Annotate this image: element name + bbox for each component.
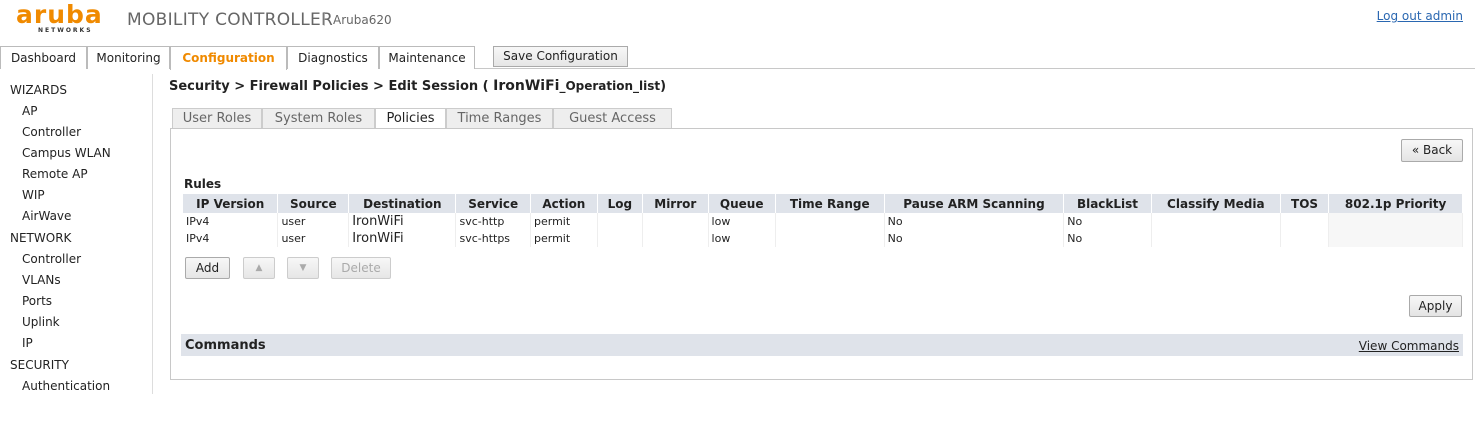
- tab-maintenance[interactable]: Maintenance: [379, 46, 475, 69]
- logo-wordmark: aruba: [16, 0, 103, 29]
- cell-mirror: [642, 230, 709, 247]
- cell-source: user: [277, 213, 350, 230]
- sidebar-item-wip[interactable]: WIP: [22, 188, 45, 202]
- breadcrumb-close: ): [660, 79, 667, 94]
- sidebar-item-ports[interactable]: Ports: [22, 294, 52, 308]
- sidebar-item-uplink[interactable]: Uplink: [22, 315, 60, 329]
- sidebar-item-remote-ap[interactable]: Remote AP: [22, 167, 88, 181]
- add-button[interactable]: Add: [185, 257, 230, 279]
- sidebar-section-security: SECURITY: [10, 358, 69, 372]
- delete-button[interactable]: Delete: [331, 257, 391, 279]
- tab-guest-access[interactable]: Guest Access: [553, 108, 672, 128]
- sidebar-item-airwave[interactable]: AirWave: [22, 209, 71, 223]
- sidebar-item-campus-wlan[interactable]: Campus WLAN: [22, 146, 111, 160]
- session-name: IronWiFi: [493, 78, 560, 94]
- policy-panel: « Back Rules IP Version Source Destinati…: [170, 128, 1473, 380]
- col-service: Service: [455, 194, 531, 213]
- col-ip-version: IP Version: [183, 194, 279, 213]
- page-title: Security > Firewall Policies > Edit Sess…: [169, 78, 666, 94]
- tab-system-roles[interactable]: System Roles: [262, 108, 375, 128]
- cell-time-range: [775, 230, 885, 247]
- rules-header-row: IP Version Source Destination Service Ac…: [183, 194, 1463, 213]
- sidebar-section-network: NETWORK: [10, 231, 72, 245]
- save-configuration-button[interactable]: Save Configuration: [493, 46, 628, 67]
- col-classify-media: Classify Media: [1151, 194, 1281, 213]
- move-down-button[interactable]: ▼: [287, 257, 319, 279]
- aruba-logo: aruba NETWORKS: [16, 0, 111, 36]
- cell-pause-arm-scanning: No: [884, 230, 1065, 247]
- col-blacklist: BlackList: [1063, 194, 1152, 213]
- col-destination: Destination: [348, 194, 457, 213]
- cell-queue: low: [708, 213, 776, 230]
- view-commands-link[interactable]: View Commands: [1359, 339, 1459, 353]
- sidebar: WIZARDS AP Controller Campus WLAN Remote…: [0, 74, 153, 394]
- table-row[interactable]: IPv4 user IronWiFi svc-http permit low N…: [183, 213, 1463, 230]
- header: aruba NETWORKS MOBILITY CONTROLLER | Aru…: [0, 0, 1475, 42]
- rules-heading: Rules: [184, 177, 222, 191]
- tab-policies[interactable]: Policies: [375, 108, 446, 129]
- move-up-button[interactable]: ▲: [243, 257, 275, 279]
- breadcrumb-path: Security > Firewall Policies > Edit Sess…: [169, 79, 494, 94]
- col-pause-arm-scanning: Pause ARM Scanning: [884, 194, 1065, 213]
- cell-time-range: [775, 213, 885, 230]
- col-8021p-priority: 802.1p Priority: [1328, 194, 1463, 213]
- sidebar-item-network-controller[interactable]: Controller: [22, 252, 81, 266]
- sidebar-item-ip[interactable]: IP: [22, 336, 33, 350]
- rules-table: IP Version Source Destination Service Ac…: [183, 194, 1463, 247]
- cell-service: svc-https: [455, 230, 531, 247]
- tab-configuration[interactable]: Configuration: [170, 46, 287, 70]
- cell-tos: [1280, 213, 1330, 230]
- logout-link[interactable]: Log out admin: [1377, 9, 1463, 23]
- cell-service: svc-http: [455, 213, 531, 230]
- cell-mirror: [642, 213, 709, 230]
- title-divider: |: [322, 11, 327, 26]
- cell-action: permit: [530, 230, 598, 247]
- cell-8021p-priority: [1328, 213, 1463, 230]
- cell-log: [597, 213, 644, 230]
- col-log: Log: [597, 194, 644, 213]
- cell-classify-media: [1151, 230, 1281, 247]
- apply-button[interactable]: Apply: [1409, 295, 1462, 317]
- commands-heading: Commands: [185, 338, 266, 353]
- cell-destination: IronWiFi: [348, 213, 457, 230]
- tab-dashboard[interactable]: Dashboard: [0, 46, 87, 69]
- top-nav: Dashboard Monitoring Configuration Diagn…: [0, 46, 1475, 70]
- cell-destination: IronWiFi: [348, 230, 457, 247]
- cell-action: permit: [530, 213, 598, 230]
- sidebar-section-wizards: WIZARDS: [10, 83, 68, 97]
- app-title: MOBILITY CONTROLLER: [127, 10, 334, 30]
- cell-blacklist: No: [1063, 213, 1152, 230]
- tab-user-roles[interactable]: User Roles: [172, 108, 262, 128]
- col-tos: TOS: [1280, 194, 1330, 213]
- sidebar-item-controller[interactable]: Controller: [22, 125, 81, 139]
- col-source: Source: [277, 194, 350, 213]
- cell-blacklist: No: [1063, 230, 1152, 247]
- cell-pause-arm-scanning: No: [884, 213, 1065, 230]
- cell-queue: low: [708, 230, 776, 247]
- back-button[interactable]: « Back: [1401, 139, 1463, 162]
- cell-tos: [1280, 230, 1330, 247]
- cell-classify-media: [1151, 213, 1281, 230]
- col-mirror: Mirror: [642, 194, 709, 213]
- hostname: Aruba620: [333, 13, 392, 27]
- col-action: Action: [530, 194, 598, 213]
- cell-source: user: [277, 230, 350, 247]
- sidebar-item-ap[interactable]: AP: [22, 104, 37, 118]
- commands-bar: Commands View Commands: [181, 334, 1463, 356]
- tab-time-ranges[interactable]: Time Ranges: [446, 108, 553, 128]
- col-time-range: Time Range: [775, 194, 885, 213]
- sidebar-item-authentication[interactable]: Authentication: [22, 379, 110, 393]
- col-queue: Queue: [708, 194, 776, 213]
- tab-diagnostics[interactable]: Diagnostics: [287, 46, 379, 69]
- table-row[interactable]: IPv4 user IronWiFi svc-https permit low …: [183, 230, 1463, 247]
- cell-8021p-priority: [1328, 230, 1463, 247]
- cell-ip-version: IPv4: [183, 213, 279, 230]
- cell-ip-version: IPv4: [183, 230, 279, 247]
- cell-log: [597, 230, 644, 247]
- sidebar-item-vlans[interactable]: VLANs: [22, 273, 61, 287]
- session-name-suffix: _Operation_list: [559, 79, 661, 93]
- tab-monitoring[interactable]: Monitoring: [87, 46, 170, 69]
